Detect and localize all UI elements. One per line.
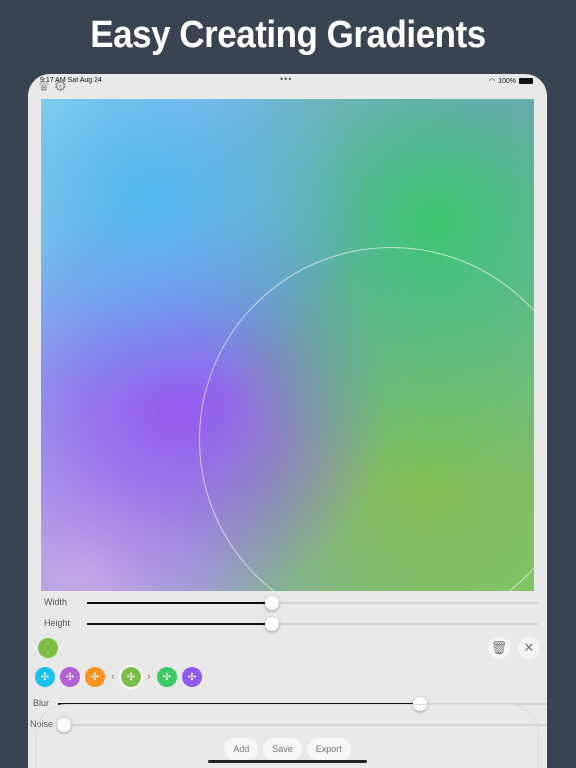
blur-slider-fill xyxy=(58,703,420,705)
gradient-canvas[interactable] xyxy=(41,99,534,591)
height-slider-fill xyxy=(87,623,272,625)
promo-headline: Easy Creating Gradients xyxy=(90,14,486,56)
gradient-radius-ring[interactable] xyxy=(199,247,534,591)
blur-slider[interactable] xyxy=(58,697,547,711)
width-slider-row: Width xyxy=(28,594,547,612)
noise-slider-thumb[interactable] xyxy=(57,718,71,732)
status-right: ◠ 100% xyxy=(489,77,533,85)
color-stop-6[interactable]: ✣ xyxy=(182,667,202,687)
crown-icon[interactable]: ♛ xyxy=(38,80,50,94)
gear-icon[interactable]: ⚙ xyxy=(54,79,67,94)
height-slider-row: Height xyxy=(28,615,547,633)
color-stop-4[interactable]: ✣ xyxy=(121,667,141,687)
move-icon: ✣ xyxy=(40,671,50,683)
current-color-swatch[interactable] xyxy=(38,638,58,658)
move-icon: ✣ xyxy=(65,671,75,683)
width-slider[interactable] xyxy=(87,596,538,610)
color-stop-3[interactable]: ✣ xyxy=(85,667,105,687)
battery-icon xyxy=(519,78,533,84)
multitasking-dots[interactable]: ••• xyxy=(280,74,292,84)
noise-label: Noise xyxy=(30,719,54,729)
ipad-screen: 9:17 AM Sat Aug 24 ••• ◠ 100% ♛ ⚙ Width … xyxy=(28,74,547,768)
move-icon: ✣ xyxy=(162,671,172,683)
blur-slider-thumb[interactable] xyxy=(412,697,427,711)
export-button[interactable]: Export xyxy=(306,738,351,760)
battery-percent: 100% xyxy=(498,77,516,85)
width-label: Width xyxy=(44,597,68,607)
color-stop-2[interactable]: ✣ xyxy=(60,667,80,687)
home-indicator[interactable] xyxy=(208,760,367,763)
add-button[interactable]: Add xyxy=(224,738,259,760)
move-icon: ✣ xyxy=(90,671,100,683)
noise-slider[interactable] xyxy=(57,718,547,732)
color-stops: ✣ ✣ ✣ ‹ ✣ › ✣ ✣ xyxy=(35,667,202,687)
move-icon: ✣ xyxy=(187,671,197,683)
chevron-left-icon[interactable]: ‹ xyxy=(110,671,116,683)
color-stop-1[interactable]: ✣ xyxy=(35,667,55,687)
color-stop-5[interactable]: ✣ xyxy=(157,667,177,687)
height-slider[interactable] xyxy=(87,617,538,631)
wifi-icon: ◠ xyxy=(488,78,496,85)
width-slider-fill xyxy=(87,602,272,604)
width-slider-thumb[interactable] xyxy=(264,596,279,610)
top-toolbar: ♛ ⚙ xyxy=(38,79,67,94)
close-icon[interactable]: ✕ xyxy=(518,637,540,659)
height-slider-thumb[interactable] xyxy=(264,617,279,631)
bottom-action-bar: Add Save Export xyxy=(28,738,547,760)
trash-icon[interactable]: 🗑 xyxy=(488,637,510,659)
status-bar: 9:17 AM Sat Aug 24 ••• ◠ 100% xyxy=(28,74,547,88)
height-label: Height xyxy=(44,618,71,628)
blur-slider-row: Blur xyxy=(28,695,547,713)
chevron-right-icon[interactable]: › xyxy=(146,671,152,683)
save-button[interactable]: Save xyxy=(263,738,302,760)
noise-slider-row: Noise xyxy=(28,716,547,734)
move-icon: ✣ xyxy=(126,671,136,683)
blur-label: Blur xyxy=(33,698,50,708)
